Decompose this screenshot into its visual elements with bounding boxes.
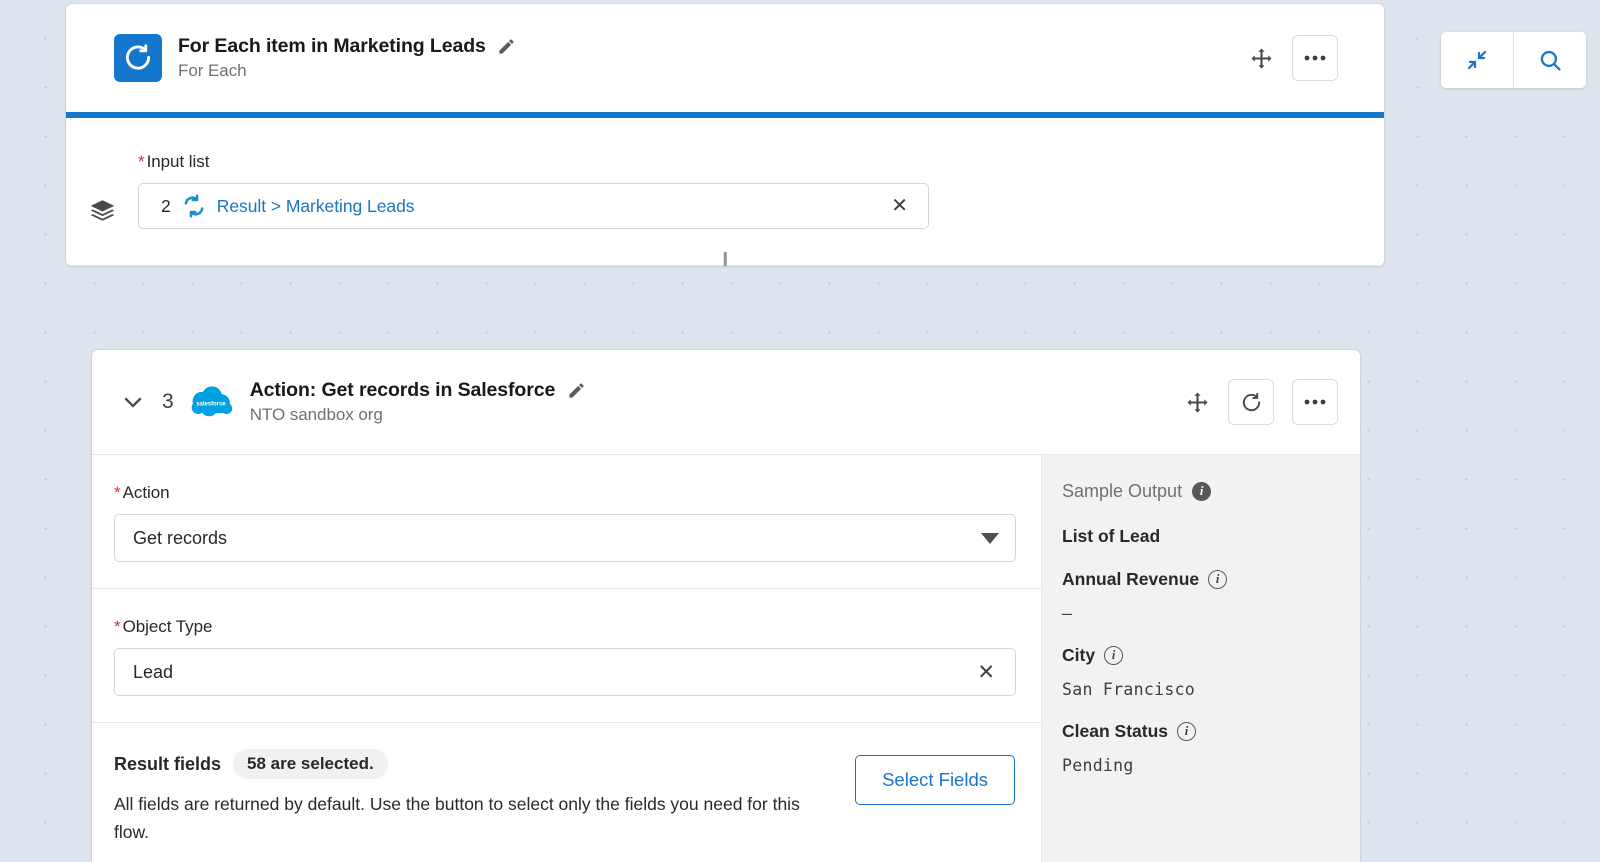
required-marker: *	[114, 617, 121, 636]
object-type-field-row: * Object Type Lead ✕	[92, 589, 1041, 723]
loop-cycle-icon	[181, 193, 207, 219]
info-filled-icon[interactable]: i	[1192, 482, 1212, 501]
for-each-loop-card: For Each item in Marketing Leads For Eac…	[66, 4, 1384, 266]
connector-line	[723, 252, 727, 266]
input-list-field: * Input list 2 Result > Marketing Leads ✕	[138, 152, 1384, 229]
action-card-actions	[1184, 379, 1360, 425]
collapse-arrows-icon[interactable]	[1441, 32, 1513, 88]
object-type-label: * Object Type	[114, 617, 1041, 637]
sample-output-field-label: City	[1062, 645, 1096, 665]
result-fields-description: All fields are returned by default. Use …	[114, 794, 800, 842]
action-form-column: * Action Get records * Object Type Lead ✕	[92, 455, 1042, 862]
layers-stack-icon	[66, 152, 138, 225]
salesforce-cloud-icon: salesforce	[188, 385, 234, 419]
loop-title-row: For Each item in Marketing Leads	[178, 35, 517, 58]
action-field-label-text: Action	[122, 483, 170, 502]
pencil-icon[interactable]	[497, 37, 517, 57]
loop-card-header: For Each item in Marketing Leads For Eac…	[66, 4, 1384, 112]
action-title-row: Action: Get records in Salesforce	[250, 379, 587, 402]
required-marker: *	[138, 152, 145, 171]
action-field-row: * Action Get records	[92, 455, 1041, 589]
refresh-icon[interactable]	[1228, 379, 1274, 425]
pencil-icon[interactable]	[566, 381, 586, 401]
action-card-header: 3 salesforce Action: Get records in Sale…	[92, 350, 1360, 455]
info-outline-icon[interactable]: i	[1104, 646, 1124, 665]
result-fields-row: Result fields 58 are selected. All field…	[92, 723, 1041, 862]
sample-output-list-title: List of Lead	[1062, 526, 1161, 546]
loop-card-actions	[1248, 35, 1360, 81]
action-card-title: Action: Get records in Salesforce	[249, 379, 556, 401]
canvas-toolbar	[1441, 32, 1586, 88]
action-step-number: 3	[162, 390, 174, 413]
required-marker: *	[114, 483, 121, 502]
loop-card-body: * Input list 2 Result > Marketing Leads ✕	[66, 118, 1384, 266]
input-list-label-text: Input list	[146, 152, 210, 171]
loop-card-title: For Each item in Marketing Leads	[178, 35, 486, 57]
sample-output-field-label: Clean Status	[1062, 721, 1168, 741]
chevron-down-filled-icon	[981, 532, 999, 544]
loop-refresh-icon	[114, 34, 162, 82]
action-select-value: Get records	[133, 527, 228, 548]
select-fields-button[interactable]: Select Fields	[855, 755, 1015, 805]
sample-output-header: Sample Output i	[1062, 481, 1336, 502]
info-outline-icon[interactable]: i	[1177, 722, 1196, 741]
sample-output-title: Sample Output	[1062, 481, 1183, 501]
object-type-value: Lead	[133, 661, 174, 682]
object-type-label-text: Object Type	[122, 617, 213, 636]
close-x-icon[interactable]: ✕	[885, 196, 914, 216]
action-card-body: * Action Get records * Object Type Lead ✕	[92, 455, 1360, 862]
overflow-menu-icon[interactable]	[1292, 35, 1338, 81]
action-select[interactable]: Get records	[114, 514, 1016, 562]
info-outline-icon[interactable]: i	[1208, 570, 1228, 589]
result-fields-title: Result fields	[114, 753, 222, 774]
loop-card-titles: For Each item in Marketing Leads For Eac…	[178, 35, 517, 81]
salesforce-action-card: 3 salesforce Action: Get records in Sale…	[92, 350, 1360, 862]
sample-output-field-value: Pending	[1062, 756, 1134, 775]
input-list-value[interactable]: 2 Result > Marketing Leads ✕	[138, 183, 929, 229]
chevron-down-icon[interactable]	[118, 387, 148, 417]
sample-output-field-name-row: Clean Status i	[1062, 721, 1336, 742]
sample-output-field: Annual Revenue i –	[1062, 569, 1336, 623]
result-fields-headline: Result fields 58 are selected.	[114, 749, 831, 779]
result-fields-info: Result fields 58 are selected. All field…	[114, 749, 855, 846]
close-x-icon[interactable]: ✕	[973, 662, 999, 683]
move-handle-icon[interactable]	[1248, 45, 1274, 71]
input-list-step-index: 2	[161, 195, 171, 216]
input-list-reference-link[interactable]: Result > Marketing Leads	[217, 196, 415, 217]
overflow-menu-icon[interactable]	[1292, 379, 1338, 425]
object-type-input[interactable]: Lead ✕	[114, 648, 1016, 696]
sample-output-field: City i San Francisco	[1062, 645, 1336, 699]
sample-output-field-label: Annual Revenue	[1062, 569, 1200, 589]
sample-output-field-value: –	[1062, 604, 1073, 623]
input-list-label: * Input list	[138, 152, 1384, 172]
flow-canvas: For Each item in Marketing Leads For Eac…	[0, 0, 1600, 862]
action-field-label: * Action	[114, 483, 1041, 503]
svg-text:salesforce: salesforce	[196, 402, 226, 408]
action-card-titles: Action: Get records in Salesforce NTO sa…	[250, 379, 587, 425]
sample-output-field-name-row: Annual Revenue i	[1062, 569, 1336, 590]
action-card-subtitle: NTO sandbox org	[249, 405, 383, 424]
search-icon[interactable]	[1514, 32, 1586, 88]
sample-output-field-name-row: City i	[1062, 645, 1336, 666]
result-fields-count-badge: 58 are selected.	[233, 749, 388, 779]
sample-output-panel: Sample Output i List of Lead Annual Reve…	[1042, 455, 1360, 862]
loop-card-subtitle: For Each	[178, 61, 247, 80]
move-handle-icon[interactable]	[1184, 389, 1210, 415]
step-connector	[66, 252, 1384, 266]
sample-output-field-value: San Francisco	[1062, 680, 1196, 699]
sample-output-field: Clean Status i Pending	[1062, 721, 1336, 775]
